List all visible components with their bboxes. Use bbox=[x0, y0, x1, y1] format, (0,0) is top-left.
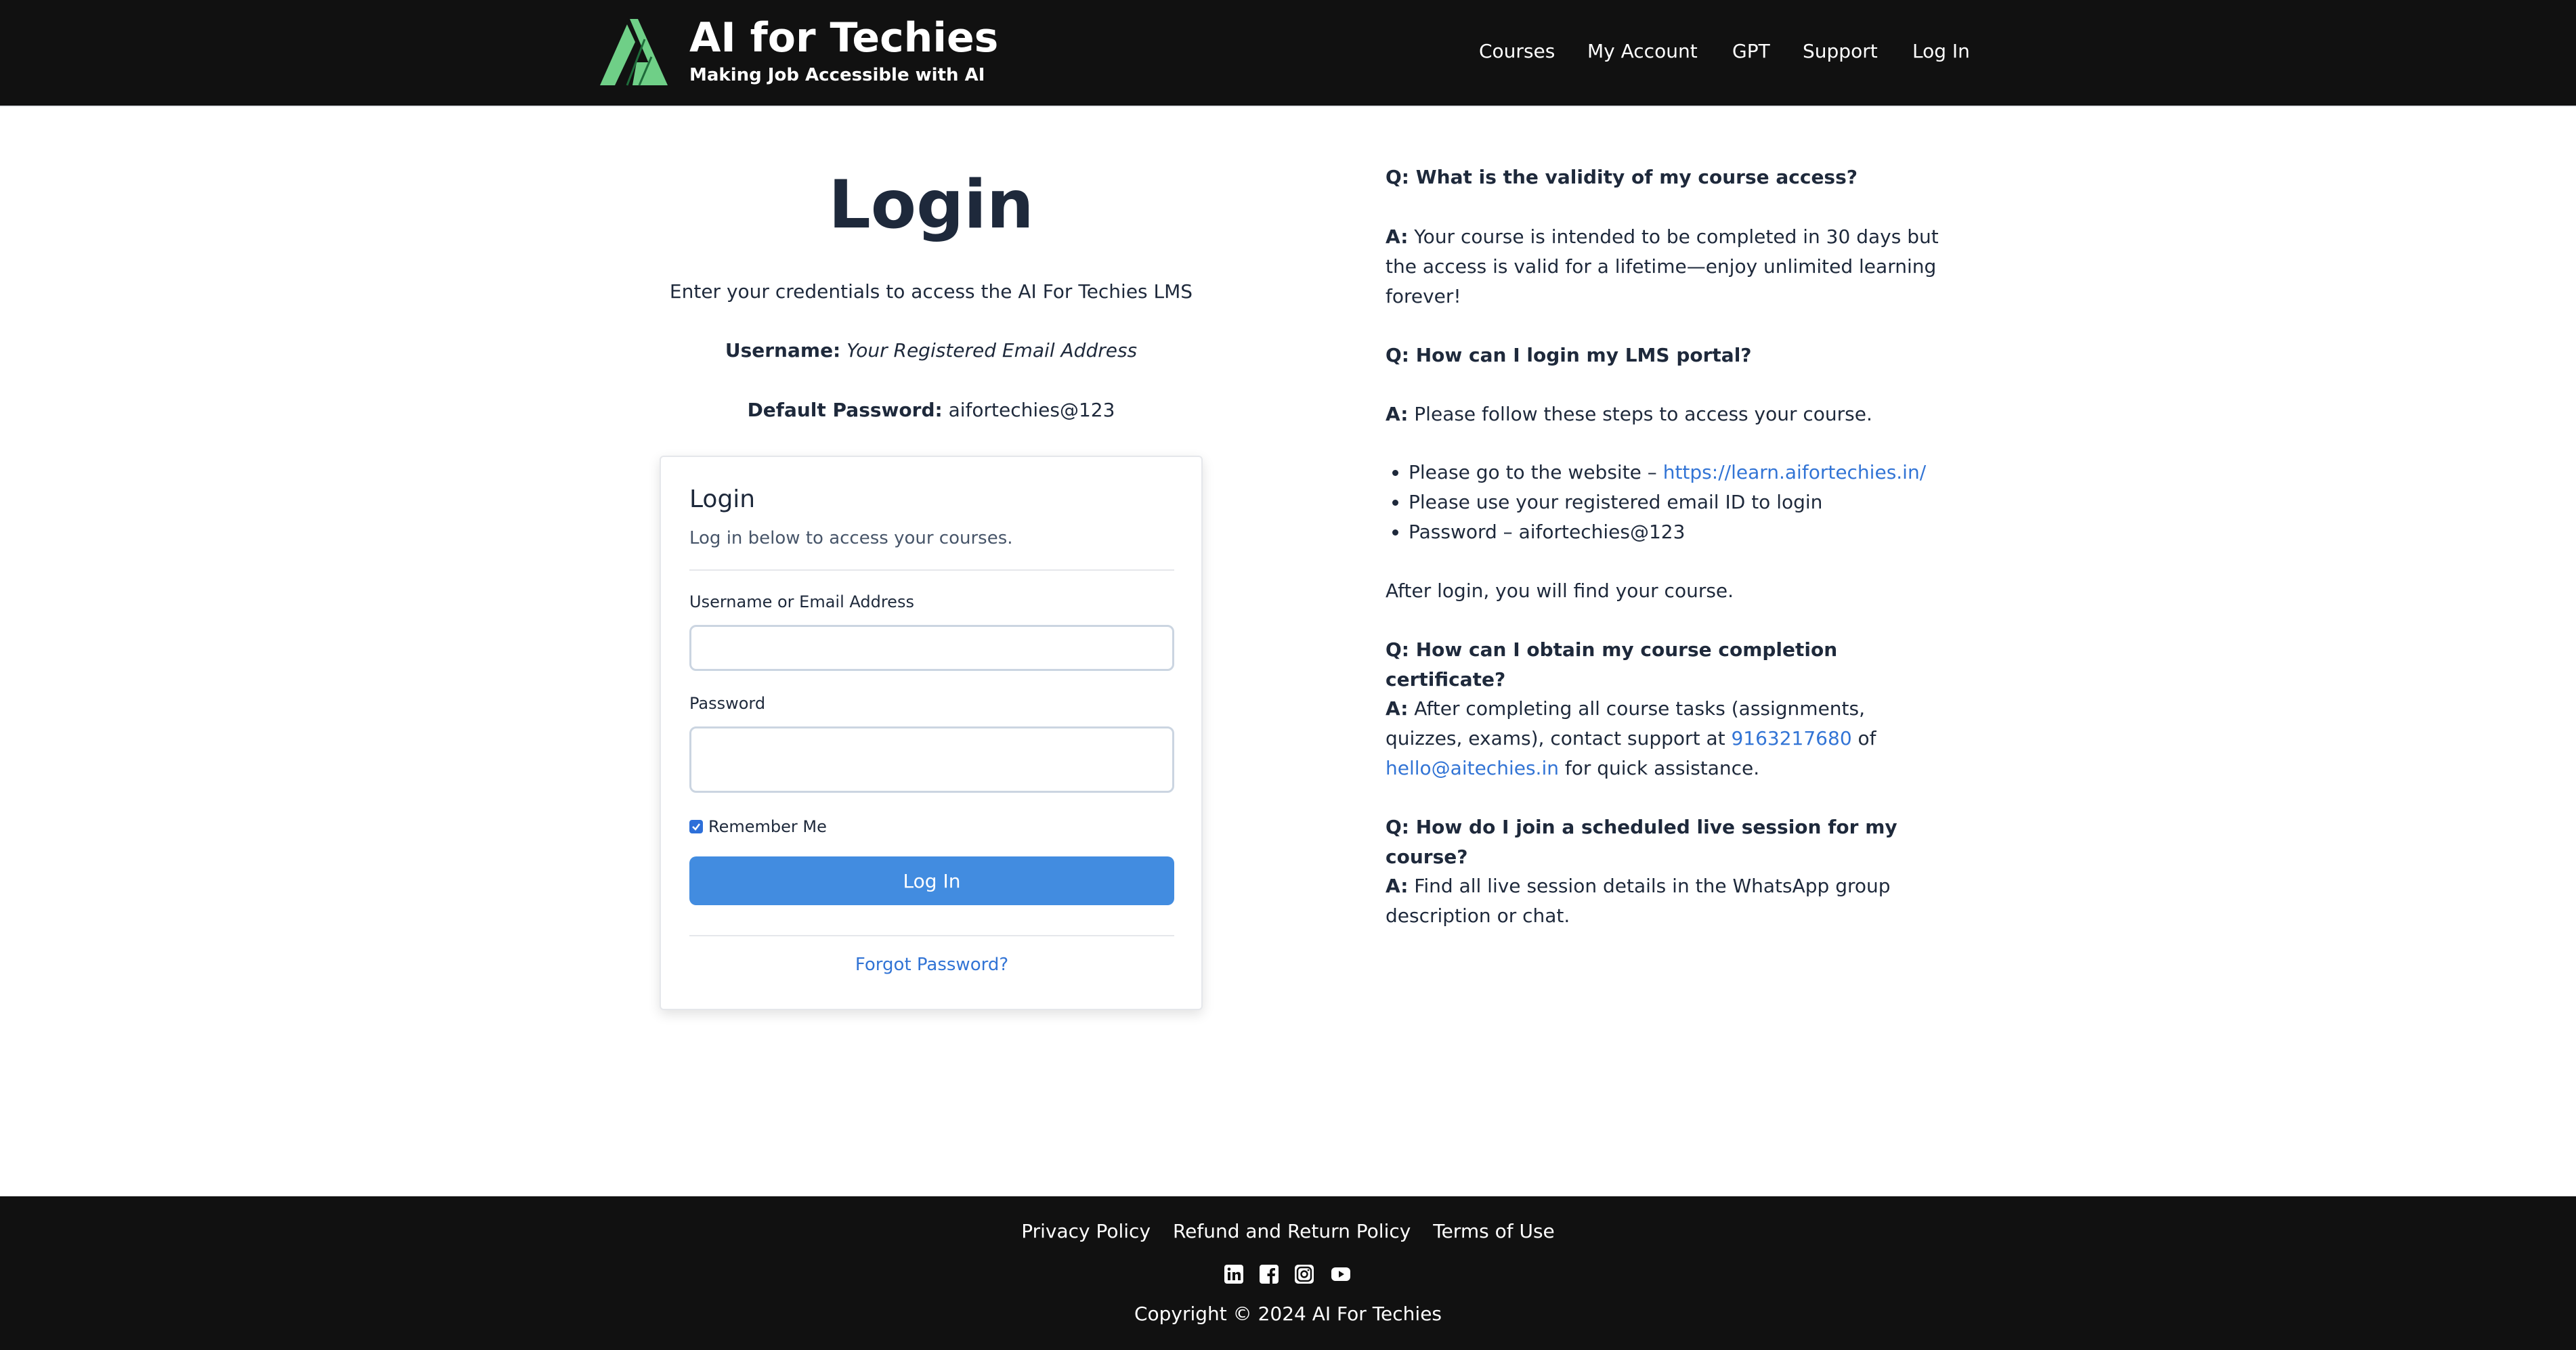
username-hint: Username: Your Registered Email Address bbox=[593, 337, 1270, 364]
username-hint-label: Username: bbox=[725, 339, 841, 362]
refund-policy-link[interactable]: Refund and Return Policy bbox=[1173, 1220, 1411, 1242]
password-hint: Default Password: aifortechies@123 bbox=[593, 397, 1270, 424]
facebook-icon[interactable] bbox=[1259, 1264, 1279, 1284]
step-1-text: Please go to the website – bbox=[1409, 461, 1663, 483]
faq-question-3: Q: How can I obtain my course completion… bbox=[1386, 638, 1838, 691]
answer-prefix: A: bbox=[1386, 225, 1409, 248]
answer-prefix: A: bbox=[1386, 875, 1409, 897]
faq-answer-4-text: Find all live session details in the Wha… bbox=[1386, 875, 1891, 927]
log-in-button[interactable]: Log In bbox=[689, 856, 1174, 905]
instagram-icon[interactable] bbox=[1294, 1264, 1314, 1284]
answer-prefix: A: bbox=[1386, 697, 1409, 720]
faq-answer-1: A: Your course is intended to be complet… bbox=[1386, 222, 1941, 311]
login-card-subtitle: Log in below to access your courses. bbox=[689, 528, 1013, 548]
card-divider bbox=[689, 569, 1174, 571]
nav-courses[interactable]: Courses bbox=[1479, 38, 1555, 65]
remember-me-checkbox[interactable] bbox=[689, 820, 703, 833]
terms-of-use-link[interactable]: Terms of Use bbox=[1433, 1220, 1555, 1242]
answer-prefix: A: bbox=[1386, 403, 1409, 425]
list-item: Password – aifortechies@123 bbox=[1409, 517, 1950, 547]
social-links bbox=[0, 1264, 2576, 1284]
faq-answer-2-text: Please follow these steps to access your… bbox=[1414, 403, 1872, 425]
card-divider-bottom bbox=[689, 935, 1174, 936]
password-field-label: Password bbox=[689, 694, 766, 713]
username-field-label: Username or Email Address bbox=[689, 592, 914, 611]
logo-icon[interactable] bbox=[600, 15, 676, 88]
copyright-text: Copyright © 2024 AI For Techies bbox=[1134, 1303, 1442, 1325]
site-title[interactable]: AI for Techies bbox=[689, 12, 998, 64]
password-hint-label: Default Password: bbox=[747, 399, 943, 421]
linkedin-icon[interactable] bbox=[1224, 1264, 1244, 1284]
footer-links: Privacy Policy Refund and Return Policy … bbox=[0, 1218, 2576, 1245]
forgot-password-link[interactable]: Forgot Password? bbox=[661, 953, 1203, 977]
login-steps-list: Please go to the website – https://learn… bbox=[1386, 458, 1950, 547]
password-input[interactable] bbox=[689, 726, 1174, 793]
username-hint-value: Your Registered Email Address bbox=[846, 339, 1138, 362]
nav-gpt[interactable]: GPT bbox=[1732, 38, 1770, 65]
support-phone-link[interactable]: 9163217680 bbox=[1731, 727, 1851, 749]
site-footer: Privacy Policy Refund and Return Policy … bbox=[0, 1196, 2576, 1350]
faq-answer-3-text-3: for quick assistance. bbox=[1558, 757, 1760, 779]
support-email-link[interactable]: hello@aitechies.in bbox=[1386, 757, 1559, 779]
faq-question-4: Q: How do I join a scheduled live sessio… bbox=[1386, 816, 1897, 868]
login-description: Enter your credentials to access the AI … bbox=[669, 280, 1193, 303]
lms-website-link[interactable]: https://learn.aifortechies.in/ bbox=[1663, 461, 1926, 483]
faq-answer-4: A: Find all live session details in the … bbox=[1386, 871, 1941, 931]
username-input[interactable] bbox=[689, 625, 1174, 671]
list-item: Please go to the website – https://learn… bbox=[1409, 458, 1950, 487]
check-icon bbox=[692, 823, 700, 831]
after-login-note: After login, you will find your course. bbox=[1386, 580, 1734, 602]
youtube-icon[interactable] bbox=[1329, 1264, 1352, 1284]
faq-answer-1-text: Your course is intended to be completed … bbox=[1386, 225, 1939, 307]
faq-question-1: Q: What is the validity of my course acc… bbox=[1386, 166, 1858, 188]
privacy-policy-link[interactable]: Privacy Policy bbox=[1021, 1220, 1151, 1242]
nav-log-in[interactable]: Log In bbox=[1912, 38, 1970, 65]
nav-support[interactable]: Support bbox=[1803, 38, 1878, 65]
page-title: Login bbox=[828, 167, 1034, 244]
site-tagline: Making Job Accessible with AI bbox=[689, 65, 985, 85]
login-card: Login Log in below to access your course… bbox=[660, 456, 1203, 1010]
faq-answer-3: A: After completing all course tasks (as… bbox=[1386, 694, 1941, 783]
remember-me[interactable]: Remember Me bbox=[689, 814, 827, 839]
site-header: AI for Techies Making Job Accessible wit… bbox=[0, 0, 2576, 107]
remember-me-label: Remember Me bbox=[708, 817, 827, 836]
nav-my-account[interactable]: My Account bbox=[1587, 38, 1698, 65]
faq-answer-2: A: Please follow these steps to access y… bbox=[1386, 399, 1941, 429]
password-hint-value: aifortechies@123 bbox=[948, 399, 1115, 421]
faq-question-2: Q: How can I login my LMS portal? bbox=[1386, 344, 1752, 366]
list-item: Please use your registered email ID to l… bbox=[1409, 487, 1950, 517]
faq-answer-3-text-2: of bbox=[1851, 727, 1876, 749]
login-card-title: Login bbox=[689, 485, 756, 513]
